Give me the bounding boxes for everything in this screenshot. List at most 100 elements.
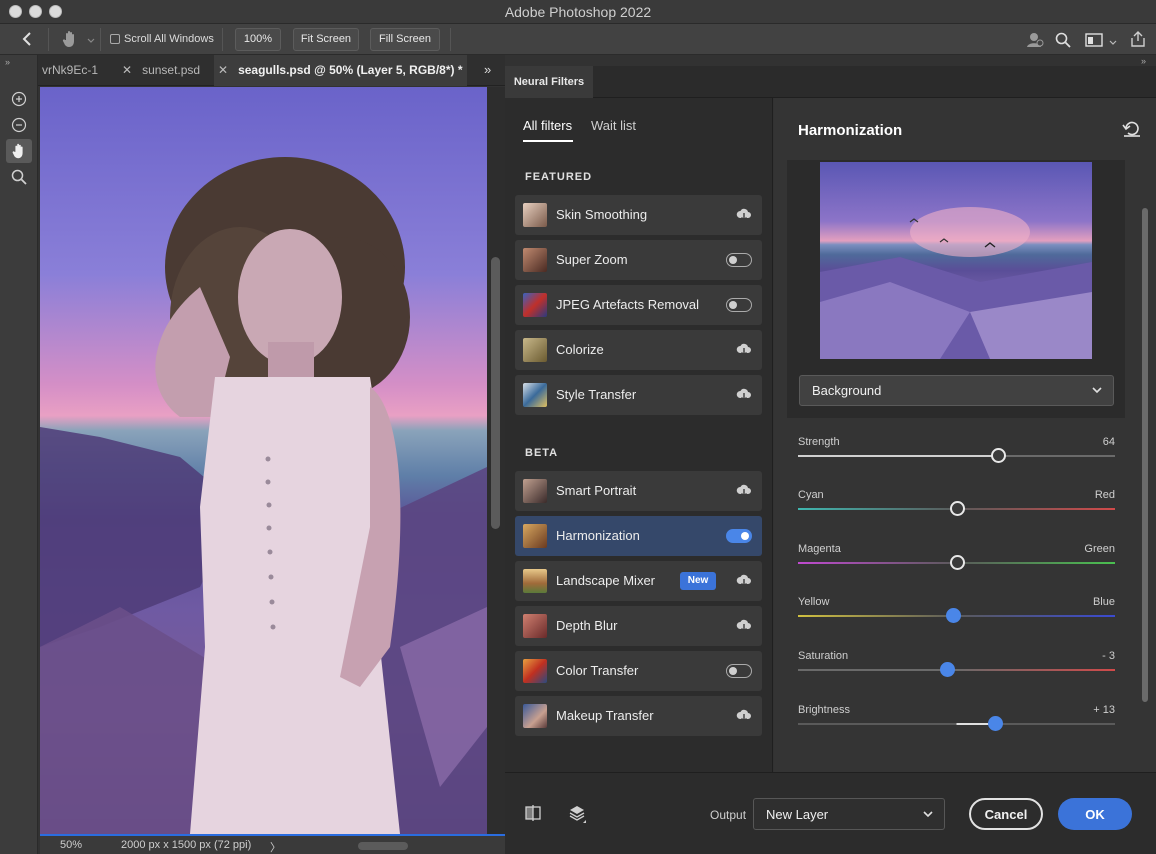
user-account-icon[interactable] [1026, 32, 1044, 51]
share-icon[interactable] [1129, 30, 1147, 51]
layers-icon[interactable] [568, 804, 588, 827]
filter-makeup-transfer[interactable]: Makeup Transfer [515, 696, 762, 736]
strength-slider[interactable]: Strength 64 [798, 436, 1115, 476]
expand-panels-icon[interactable]: » [5, 57, 10, 67]
layer-select-dropdown[interactable]: Background [799, 375, 1114, 406]
filter-jpeg-artefacts-removal[interactable]: JPEG Artefacts Removal [515, 285, 762, 325]
cloud-download-icon[interactable] [736, 387, 752, 404]
harmonization-toggle[interactable] [726, 529, 752, 543]
zoom-100-button[interactable]: 100% [235, 28, 281, 51]
zoom-out-icon[interactable] [6, 113, 32, 137]
settings-scrollbar[interactable] [1140, 198, 1150, 708]
filter-skin-smoothing[interactable]: Skin Smoothing [515, 195, 762, 235]
cloud-download-icon[interactable] [736, 618, 752, 635]
filter-label: Harmonization [556, 528, 640, 543]
scrollbar-thumb[interactable] [491, 257, 500, 529]
color-transfer-toggle[interactable] [726, 664, 752, 678]
output-label: Output [710, 808, 747, 822]
colorize-thumbnail [523, 338, 547, 362]
saturation-slider[interactable]: Saturation - 3 [798, 650, 1115, 690]
document-canvas[interactable] [40, 87, 487, 834]
jpeg-artefacts-toggle[interactable] [726, 298, 752, 312]
jpeg-artefacts-thumbnail [523, 293, 547, 317]
cancel-button[interactable]: Cancel [969, 798, 1043, 830]
slider-handle[interactable] [990, 448, 1006, 463]
checkbox-box[interactable] [110, 34, 120, 44]
slider-handle[interactable] [946, 608, 962, 623]
slider-track[interactable] [798, 723, 1115, 725]
filter-label: JPEG Artefacts Removal [556, 297, 700, 312]
slider-handle[interactable] [949, 501, 965, 516]
reference-image[interactable] [820, 162, 1092, 359]
slider-track[interactable] [798, 669, 1115, 671]
hand-tool-preset-icon[interactable] [60, 29, 80, 52]
document-tabs: vrNk9Ec-1 ✕ sunset.psd ✕ seagulls.psd @ 50… [38, 55, 505, 86]
slider-handle[interactable] [949, 555, 965, 570]
reference-preview-box: Background [787, 160, 1125, 418]
tab-document-1[interactable]: vrNk9Ec-1 [38, 55, 118, 86]
fill-screen-button[interactable]: Fill Screen [370, 28, 440, 51]
back-icon[interactable] [20, 31, 34, 50]
cloud-download-icon[interactable] [736, 573, 752, 590]
slider-handle[interactable] [939, 662, 955, 677]
scrollbar-thumb[interactable] [1142, 208, 1148, 702]
status-menu-arrow[interactable]: 〉 [270, 839, 281, 854]
fit-screen-button[interactable]: Fit Screen [293, 28, 359, 51]
horizontal-scrollbar-thumb[interactable] [358, 842, 408, 850]
super-zoom-toggle[interactable] [726, 253, 752, 267]
slider-value: - 3 [1102, 650, 1115, 662]
canvas-vertical-scrollbar[interactable] [487, 87, 505, 834]
zoom-level[interactable]: 50% [60, 839, 82, 851]
tab-all-filters[interactable]: All filters [523, 118, 572, 133]
collapse-panels-icon[interactable]: » [1141, 56, 1146, 66]
filter-label: Super Zoom [556, 252, 628, 267]
cloud-download-icon[interactable] [736, 342, 752, 359]
chevron-down-icon [922, 808, 934, 823]
filter-super-zoom[interactable]: Super Zoom [515, 240, 762, 280]
slider-track[interactable] [798, 455, 1115, 457]
panel-title: Harmonization [798, 122, 903, 139]
document-info[interactable]: 2000 px x 1500 px (72 ppi) [121, 839, 251, 851]
workspace-icon[interactable] [1085, 33, 1103, 50]
filter-color-transfer[interactable]: Color Transfer [515, 651, 762, 691]
ok-button[interactable]: OK [1058, 798, 1132, 830]
cloud-download-icon[interactable] [736, 483, 752, 500]
filter-style-transfer[interactable]: Style Transfer [515, 375, 762, 415]
tab-neural-filters[interactable]: Neural Filters [505, 66, 593, 98]
chevron-down-icon[interactable] [1109, 36, 1117, 50]
new-badge: New [680, 572, 716, 590]
slider-handle[interactable] [987, 716, 1003, 731]
brightness-slider[interactable]: Brightness + 13 [798, 704, 1115, 744]
tab-overflow-icon[interactable]: » [484, 62, 491, 77]
neural-filters-tab-bar: Neural Filters [505, 66, 1156, 98]
close-icon[interactable]: ✕ [218, 63, 228, 77]
slider-right-label: Red [1094, 489, 1115, 501]
reset-icon[interactable] [1122, 120, 1142, 141]
compare-icon[interactable] [525, 805, 541, 824]
filter-depth-blur[interactable]: Depth Blur [515, 606, 762, 646]
hand-tool-icon[interactable] [6, 139, 32, 163]
chevron-down-icon[interactable] [87, 34, 95, 48]
close-icon[interactable]: ✕ [122, 63, 132, 77]
yellow-blue-slider[interactable]: Yellow Blue [798, 596, 1115, 636]
filter-colorize[interactable]: Colorize [515, 330, 762, 370]
filter-landscape-mixer[interactable]: Landscape Mixer New [515, 561, 762, 601]
cyan-red-slider[interactable]: Cyan Red [798, 489, 1115, 529]
scroll-all-windows-checkbox[interactable]: Scroll All Windows [110, 33, 214, 45]
cloud-download-icon[interactable] [736, 207, 752, 224]
slider-label: Strength [798, 436, 840, 448]
cloud-download-icon[interactable] [736, 708, 752, 725]
output-select[interactable]: New Layer [753, 798, 945, 830]
zoom-in-icon[interactable] [6, 87, 32, 111]
tab-wait-list[interactable]: Wait list [591, 118, 636, 133]
filter-label: Depth Blur [556, 618, 618, 633]
magenta-green-slider[interactable]: Magenta Green [798, 543, 1115, 583]
neural-filters-footer: Output New Layer Cancel OK [505, 772, 1156, 854]
chevron-down-icon [1091, 384, 1103, 399]
filter-smart-portrait[interactable]: Smart Portrait [515, 471, 762, 511]
search-icon[interactable] [1055, 32, 1071, 51]
tab-document-3[interactable]: ✕ seagulls.psd @ 50% (Layer 5, RGB/8*) * [214, 55, 467, 86]
zoom-tool-icon[interactable] [6, 165, 32, 189]
filter-harmonization[interactable]: Harmonization [515, 516, 762, 556]
tab-document-2[interactable]: ✕ sunset.psd [118, 55, 214, 86]
